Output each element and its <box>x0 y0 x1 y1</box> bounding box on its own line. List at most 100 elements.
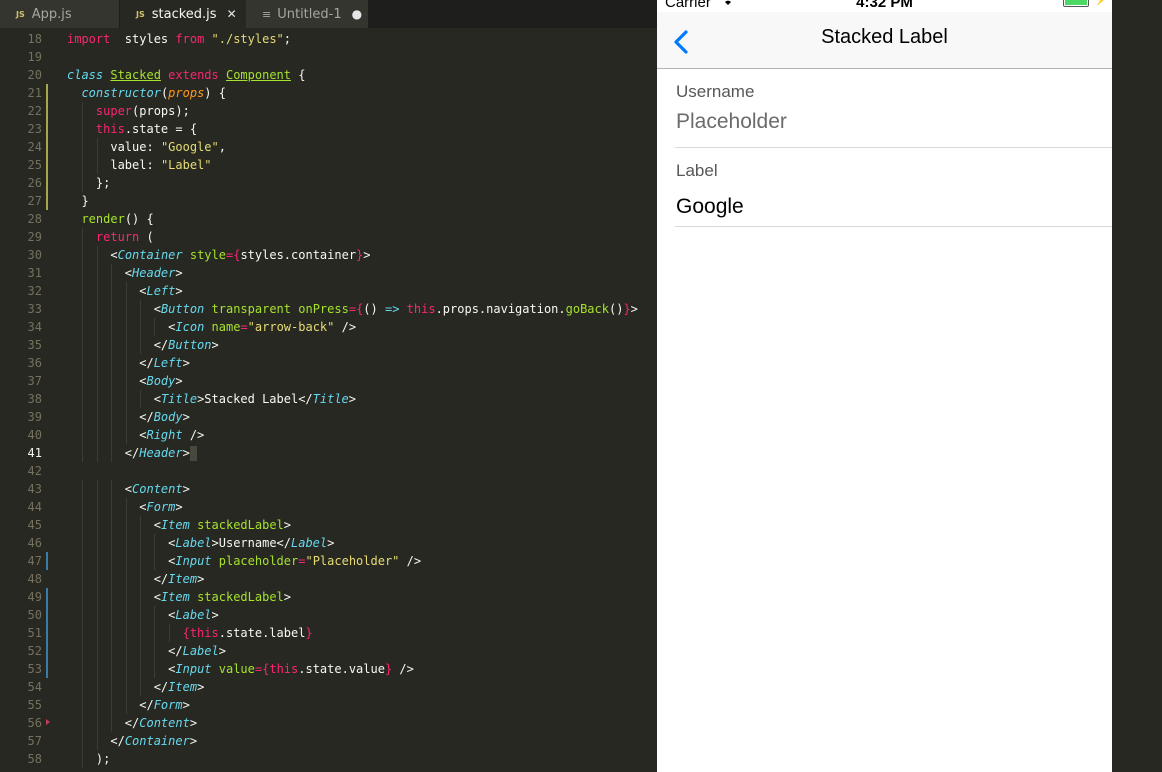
indent-guide <box>96 390 98 408</box>
tab-app-js[interactable]: JS App.js <box>0 0 120 28</box>
git-modified-marker <box>46 156 48 174</box>
line-number: 31 <box>0 264 42 282</box>
code-line[interactable]: } <box>67 192 657 210</box>
code-line[interactable]: <Icon name="arrow-back" /> <box>67 318 657 336</box>
code-line[interactable]: </Content> <box>67 714 657 732</box>
code-line[interactable]: <Item stackedLabel> <box>67 588 657 606</box>
indent-guide <box>125 624 127 642</box>
code-token: </ <box>153 572 169 586</box>
username-input[interactable] <box>675 109 1106 135</box>
indent-guide <box>96 264 98 282</box>
code-line[interactable]: </Label> <box>67 642 657 660</box>
code-line[interactable]: <Button transparent onPress={() => this.… <box>67 300 657 318</box>
code-token: < <box>153 518 161 532</box>
indent-guide <box>111 552 113 570</box>
code-token: > <box>211 608 219 622</box>
indent-guide <box>111 642 113 660</box>
code-line[interactable]: <Input placeholder="Placeholder" /> <box>67 552 657 570</box>
code-line[interactable]: ); <box>67 750 657 768</box>
code-line[interactable]: </Button> <box>67 336 657 354</box>
indent-guide <box>154 642 156 660</box>
fold-arrow-icon[interactable] <box>46 719 50 725</box>
line-number: 23 <box>0 120 48 138</box>
code-line[interactable]: </Container> <box>67 732 657 750</box>
code-line[interactable]: <Header> <box>67 264 657 282</box>
line-number: 55 <box>0 696 42 714</box>
code-line[interactable]: <Input value={this.state.value} /> <box>67 660 657 678</box>
line-number: 39 <box>0 408 42 426</box>
indent-guide <box>82 354 84 372</box>
code-token: </ <box>124 446 140 460</box>
tab-stacked-js[interactable]: JS stacked.js ✕ <box>120 0 246 28</box>
code-token: Left <box>146 284 176 298</box>
indent-guide <box>96 714 98 732</box>
code-line[interactable]: super(props); <box>67 102 657 120</box>
indent-guide <box>140 660 141 678</box>
indent-guide <box>140 300 141 318</box>
code-token: value <box>218 662 255 676</box>
indent-guide <box>96 282 98 300</box>
indent-guide <box>125 372 127 390</box>
indent-guide <box>96 588 98 606</box>
code-line[interactable] <box>67 462 657 480</box>
code-editor[interactable]: JS App.js JS stacked.js ✕ ≡ Untitled-1 ●… <box>0 0 657 772</box>
indent-guide <box>111 336 113 354</box>
code-line[interactable]: </Header> <box>67 444 657 462</box>
indent-guide <box>111 570 113 588</box>
code-area[interactable]: import styles from "./styles"; class Stac… <box>67 30 657 768</box>
code-line[interactable]: value: "Google", <box>67 138 657 156</box>
text-file-icon: ≡ <box>262 7 272 21</box>
code-line[interactable]: label: "Label" <box>67 156 657 174</box>
code-line[interactable]: <Left> <box>67 282 657 300</box>
code-line[interactable]: </Left> <box>67 354 657 372</box>
code-line[interactable]: <Body> <box>67 372 657 390</box>
code-token: > <box>175 374 183 388</box>
code-line[interactable]: <Right /> <box>67 426 657 444</box>
code-line[interactable]: </Body> <box>67 408 657 426</box>
code-line[interactable]: </Item> <box>67 678 657 696</box>
unsaved-dot-icon[interactable]: ● <box>352 7 362 21</box>
line-number: 27 <box>0 192 48 210</box>
code-line[interactable]: render() { <box>67 210 657 228</box>
code-line[interactable]: <Label>Username</Label> <box>67 534 657 552</box>
line-number: 57 <box>0 732 42 750</box>
code-line[interactable]: </Form> <box>67 696 657 714</box>
code-line[interactable]: <Container style={styles.container}> <box>67 246 657 264</box>
indentation <box>67 212 81 226</box>
indent-guide <box>96 138 98 156</box>
code-token: style <box>189 248 226 262</box>
code-token: < <box>153 302 161 316</box>
code-line[interactable]: import styles from "./styles"; <box>67 30 657 48</box>
code-line[interactable]: return ( <box>67 228 657 246</box>
code-line[interactable]: <Item stackedLabel> <box>67 516 657 534</box>
code-line[interactable]: </Item> <box>67 570 657 588</box>
code-line[interactable]: <Content> <box>67 480 657 498</box>
line-number-text: 36 <box>27 356 42 370</box>
line-number: 28 <box>0 210 42 228</box>
code-token: { <box>182 626 190 640</box>
indent-guide <box>125 318 127 336</box>
tab-untitled-1[interactable]: ≡ Untitled-1 ● <box>246 0 368 28</box>
code-line[interactable]: <Title>Stacked Label</Title> <box>67 390 657 408</box>
code-token: Item <box>160 518 190 532</box>
code-token: this <box>189 626 219 640</box>
label-value-input[interactable] <box>675 194 1106 220</box>
code-token: this <box>406 302 436 316</box>
line-number-text: 22 <box>27 104 42 118</box>
code-line[interactable]: this.state = { <box>67 120 657 138</box>
line-number-text: 54 <box>27 680 42 694</box>
indent-guide <box>82 228 84 246</box>
code-line[interactable]: <Label> <box>67 606 657 624</box>
indent-guide <box>82 282 84 300</box>
code-line[interactable]: }; <box>67 174 657 192</box>
code-line[interactable]: constructor(props) { <box>67 84 657 102</box>
git-added-marker <box>46 624 48 642</box>
code-line[interactable] <box>67 48 657 66</box>
code-line[interactable]: <Form> <box>67 498 657 516</box>
tab-label: stacked.js <box>151 6 217 22</box>
code-line[interactable]: class Stacked extends Component { <box>67 66 657 84</box>
close-tab-icon[interactable]: ✕ <box>227 7 237 21</box>
code-line[interactable]: {this.state.label} <box>67 624 657 642</box>
line-number-text: 48 <box>27 572 42 586</box>
